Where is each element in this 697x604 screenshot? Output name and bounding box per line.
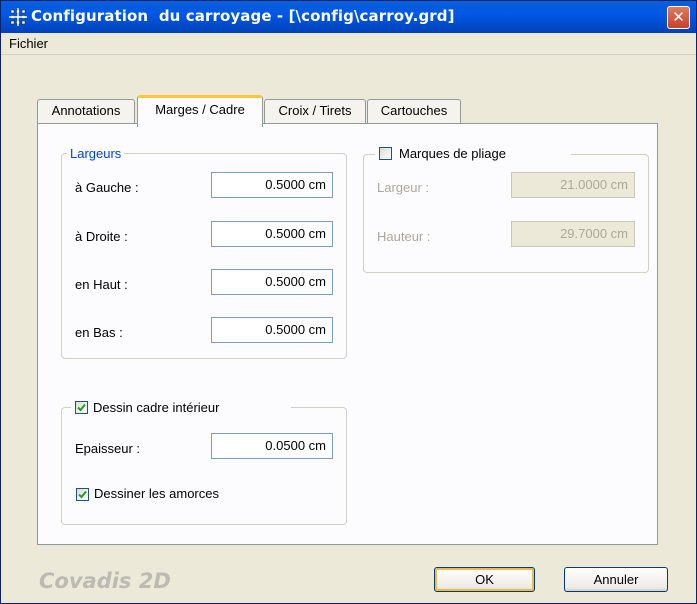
- cadre-group: [61, 407, 347, 525]
- hauteur-field: 29.7000 cm: [511, 221, 635, 247]
- amorces-label: Dessiner les amorces: [94, 486, 219, 501]
- grid-icon: [9, 8, 27, 26]
- checkmark-icon: [78, 490, 87, 499]
- cadre-checkbox[interactable]: [75, 401, 88, 414]
- amorces-checkbox[interactable]: [76, 488, 89, 501]
- largeurs-legend: Largeurs: [67, 146, 125, 161]
- droite-field[interactable]: 0.5000 cm: [211, 221, 333, 247]
- epaisseur-field[interactable]: 0.0500 cm: [211, 433, 333, 459]
- tab-marges-cadre[interactable]: Marges / Cadre: [137, 95, 263, 127]
- label-hauteur: Hauteur :: [377, 229, 431, 244]
- haut-field[interactable]: 0.5000 cm: [211, 269, 333, 295]
- close-button[interactable]: ✕: [667, 6, 690, 29]
- brand-logo: Covadis 2D: [39, 569, 171, 593]
- pliage-label: Marques de pliage: [399, 146, 506, 161]
- window-title: Configuration du carroyage - [\config\ca…: [31, 7, 455, 25]
- pliage-legend: Marques de pliage: [375, 145, 571, 163]
- menu-fichier[interactable]: Fichier: [9, 36, 48, 51]
- checkmark-icon: [77, 403, 86, 412]
- title-bar[interactable]: Configuration du carroyage - [\config\ca…: [1, 1, 696, 33]
- label-largeur: Largeur :: [377, 180, 430, 195]
- cadre-label: Dessin cadre intérieur: [93, 400, 220, 415]
- label-epaisseur: Epaisseur :: [75, 441, 141, 456]
- pliage-checkbox[interactable]: [379, 147, 392, 160]
- close-icon: ✕: [672, 8, 685, 26]
- bas-field[interactable]: 0.5000 cm: [211, 317, 333, 343]
- label-gauche: à Gauche :: [75, 180, 139, 195]
- label-droite: à Droite :: [75, 229, 128, 244]
- cancel-button[interactable]: Annuler: [564, 567, 668, 592]
- tab-croix-tirets[interactable]: Croix / Tirets: [264, 99, 366, 124]
- ok-button[interactable]: OK: [434, 567, 535, 592]
- menu-bar: Fichier: [1, 33, 696, 55]
- label-bas: en Bas :: [75, 325, 123, 340]
- tab-annotations[interactable]: Annotations: [37, 99, 135, 124]
- tab-cartouches[interactable]: Cartouches: [367, 99, 461, 124]
- largeur-field: 21.0000 cm: [511, 172, 635, 198]
- label-haut: en Haut :: [75, 277, 128, 292]
- cadre-legend: Dessin cadre intérieur: [71, 399, 291, 417]
- dialog-window: Configuration du carroyage - [\config\ca…: [0, 0, 697, 604]
- gauche-field[interactable]: 0.5000 cm: [211, 172, 333, 198]
